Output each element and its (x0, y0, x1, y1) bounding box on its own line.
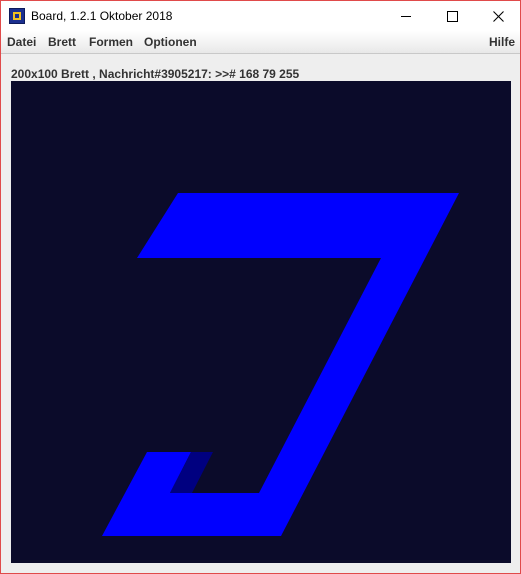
menu-formen[interactable]: Formen (89, 35, 133, 49)
title-bar[interactable]: Board, 1.2.1 Oktober 2018 (1, 1, 520, 31)
board-drawing (102, 193, 459, 536)
minimize-button[interactable] (383, 1, 429, 31)
close-button[interactable] (475, 1, 521, 31)
menu-hilfe[interactable]: Hilfe (489, 35, 515, 49)
close-icon (492, 10, 504, 22)
window-title: Board, 1.2.1 Oktober 2018 (31, 9, 173, 23)
menu-optionen[interactable]: Optionen (144, 35, 197, 49)
maximize-button[interactable] (429, 1, 475, 31)
menu-datei[interactable]: Datei (7, 35, 36, 49)
menu-bar: Datei Brett Formen Optionen Hilfe (1, 31, 520, 54)
menu-brett[interactable]: Brett (48, 35, 76, 49)
status-message: 200x100 Brett , Nachricht#3905217: >># 1… (11, 67, 300, 81)
app-icon[interactable] (9, 8, 25, 24)
minimize-icon (401, 15, 411, 17)
maximize-icon (446, 10, 458, 22)
app-window: Board, 1.2.1 Oktober 2018 Datei Brett Fo… (0, 0, 521, 574)
j-shape (102, 193, 459, 536)
board-canvas[interactable] (11, 81, 511, 563)
